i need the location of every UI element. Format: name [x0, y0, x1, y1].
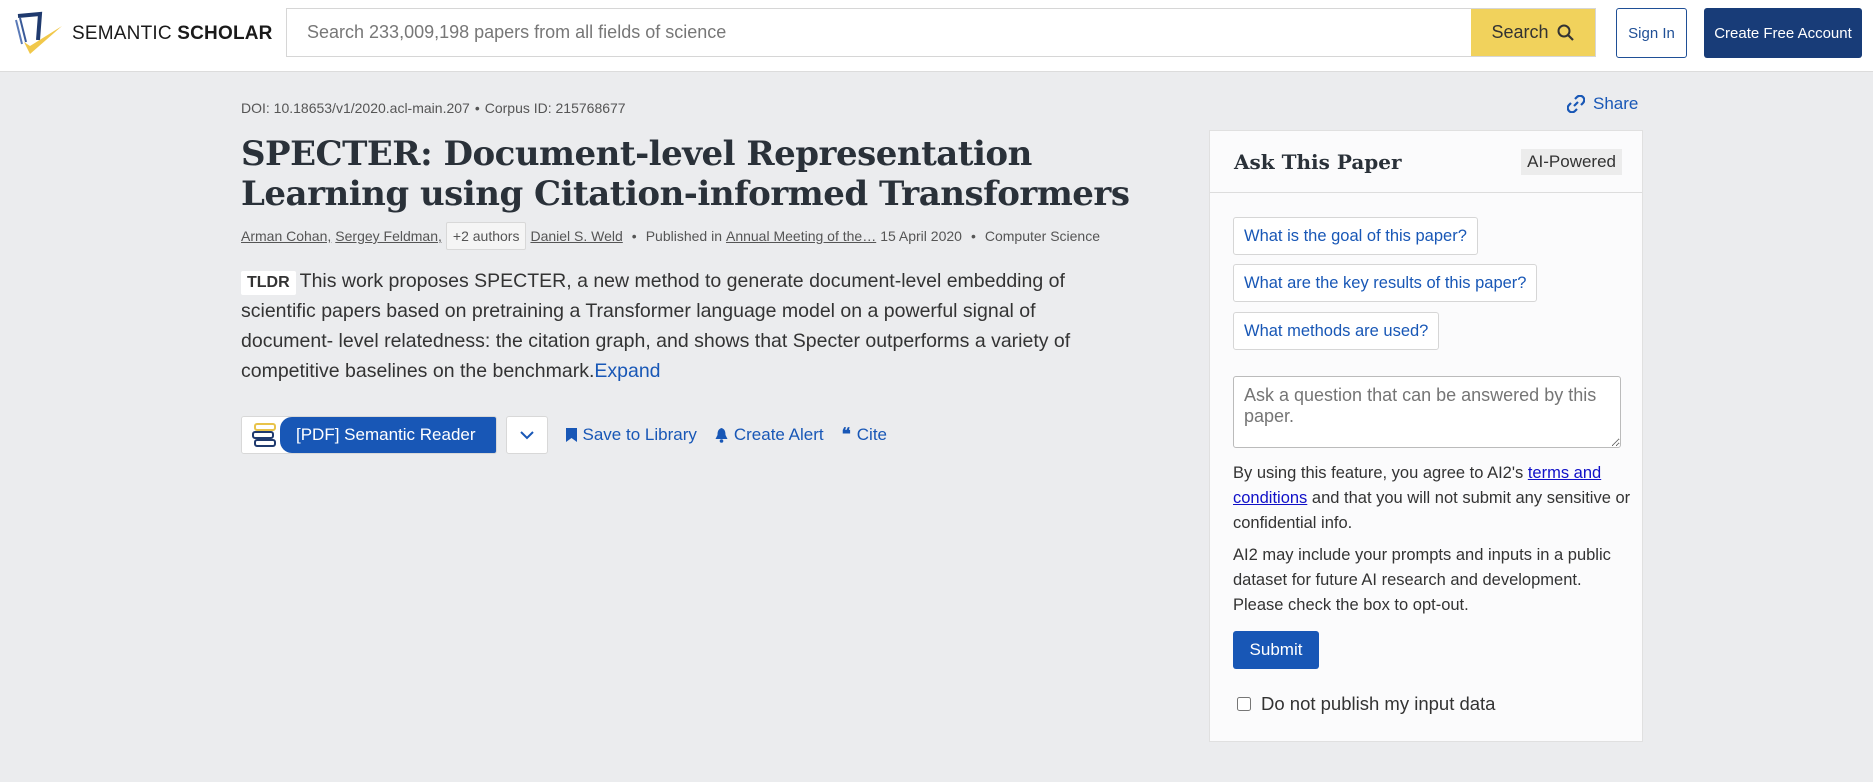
publication-date: 15 April 2020: [880, 228, 962, 244]
suggested-question[interactable]: What methods are used?: [1233, 312, 1440, 350]
panel-header: Ask This Paper AI-Powered: [1210, 131, 1642, 193]
create-account-button[interactable]: Create Free Account: [1704, 8, 1862, 58]
panel-title: Ask This Paper: [1234, 149, 1402, 174]
save-label: Save to Library: [582, 425, 697, 444]
paper-identifiers: DOI: 10.18653/v1/2020.acl-main.207 • Corpu…: [241, 100, 626, 116]
terms-notice: By using this feature, you agree to AI2'…: [1233, 464, 1631, 532]
search-bar: Search: [286, 8, 1596, 57]
alert-label: Create Alert: [733, 425, 824, 444]
suggested-question[interactable]: What is the goal of this paper?: [1233, 217, 1478, 255]
published-in-label: Published in: [645, 228, 722, 244]
suggested-question[interactable]: What are the key results of this paper?: [1233, 264, 1538, 302]
logo-text: SEMANTIC SCHOLAR: [72, 23, 273, 44]
author-list: Arman Cohan, Sergey Feldman, +2 authors …: [241, 222, 1100, 250]
question-input[interactable]: [1233, 376, 1621, 448]
share-button[interactable]: Share: [1567, 94, 1638, 114]
search-input[interactable]: [287, 9, 1471, 56]
field-of-study: Computer Science: [984, 228, 1101, 244]
ai-powered-badge: AI-Powered: [1521, 148, 1622, 175]
dataset-notice: AI2 may include your prompts and inputs …: [1233, 546, 1611, 614]
cite-label: Cite: [856, 425, 888, 444]
bookmark-icon: [565, 428, 577, 442]
semantic-reader-label: [PDF] Semantic Reader: [280, 417, 496, 453]
logo-icon: [15, 11, 62, 54]
semantic-scholar-logo[interactable]: SEMANTIC SCHOLAR: [14, 10, 273, 58]
corpus-id: Corpus ID: 215768677: [484, 100, 626, 116]
expand-link[interactable]: Expand: [594, 360, 660, 382]
quote-icon: ❝: [841, 425, 851, 445]
author-link[interactable]: Daniel S. Weld: [530, 228, 622, 244]
opt-out-option[interactable]: Do not publish my input data: [1237, 693, 1495, 715]
doi: DOI: 10.18653/v1/2020.acl-main.207: [241, 100, 470, 116]
paper-actions: [PDF] Semantic Reader Save to Library Cr…: [241, 416, 887, 454]
share-label: Share: [1593, 94, 1639, 113]
semantic-reader-button[interactable]: [PDF] Semantic Reader: [241, 416, 497, 454]
cite-button[interactable]: ❝ Cite: [842, 425, 887, 445]
create-alert-button[interactable]: Create Alert: [715, 425, 824, 445]
ask-this-paper-panel: Ask This Paper AI-Powered What is the goa…: [1209, 130, 1643, 742]
venue-link[interactable]: Annual Meeting of the…: [726, 228, 876, 244]
opt-out-label: Do not publish my input data: [1261, 693, 1496, 714]
top-header: SEMANTIC SCHOLAR Search Sign In Create F…: [0, 0, 1873, 72]
more-authors-button[interactable]: +2 authors: [445, 222, 527, 250]
reader-dropdown-button[interactable]: [505, 416, 548, 454]
author-link[interactable]: Arman Cohan,: [241, 228, 331, 244]
link-icon: [1567, 95, 1585, 113]
sign-in-button[interactable]: Sign In: [1616, 8, 1687, 58]
author-link[interactable]: Sergey Feldman,: [335, 228, 442, 244]
search-icon: [1557, 24, 1574, 41]
tldr-summary: TLDR This work proposes SPECTER, a new me…: [241, 266, 1121, 386]
chevron-down-icon: [519, 430, 534, 439]
submit-button[interactable]: Submit: [1233, 631, 1319, 669]
search-button-label: Search: [1491, 22, 1549, 42]
opt-out-checkbox[interactable]: [1237, 697, 1251, 711]
bell-icon: [715, 427, 728, 443]
save-to-library-button[interactable]: Save to Library: [565, 425, 697, 445]
search-button[interactable]: Search: [1471, 9, 1595, 56]
paper-title: SPECTER: Document-level Representation L…: [241, 134, 1130, 214]
tldr-badge: TLDR: [241, 271, 296, 295]
